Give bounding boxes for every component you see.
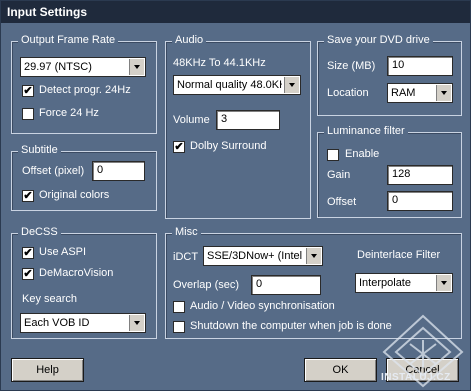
- deinterlace-select[interactable]: Interpolate: [355, 273, 453, 293]
- audio-legend: Audio: [172, 34, 207, 46]
- deinterlace-label: Deinterlace Filter: [357, 249, 441, 261]
- use-aspi-label: Use ASPI: [39, 246, 87, 258]
- luminance-enable-label: Enable: [345, 148, 380, 160]
- shutdown-label: Shutdown the computer when job is done: [190, 320, 392, 332]
- idct-label: iDCT: [173, 251, 199, 263]
- input-settings-window: Input Settings Output Frame Rate 29.97 (…: [0, 0, 471, 391]
- overlap-input[interactable]: 0: [251, 275, 321, 295]
- location-value: RAM: [391, 87, 416, 99]
- original-colors-label: Original colors: [39, 189, 110, 201]
- decss-legend: DeCSS: [18, 226, 61, 238]
- detect-progr-checkbox[interactable]: ✔: [22, 85, 34, 97]
- luminance-offset-input[interactable]: 0: [387, 191, 453, 211]
- force-24hz-label: Force 24 Hz: [39, 107, 99, 119]
- force-24hz-checkbox[interactable]: [22, 108, 34, 120]
- luminance-offset-label: Offset: [327, 196, 357, 208]
- dolby-surround-label: Dolby Surround: [190, 140, 267, 152]
- volume-input[interactable]: 3: [216, 110, 280, 130]
- av-sync-label: Audio / Video synchronisation: [190, 300, 335, 312]
- frame-rate-select[interactable]: 29.97 (NTSC): [20, 57, 146, 77]
- frame-rate-value: 29.97 (NTSC): [24, 61, 92, 73]
- detect-progr-label: Detect progr. 24Hz: [39, 84, 131, 96]
- title-bar: Input Settings: [1, 1, 470, 23]
- subtitle-offset-input[interactable]: 0: [92, 161, 145, 181]
- gain-input[interactable]: 128: [387, 165, 453, 185]
- save-dvd-legend: Save your DVD drive: [324, 34, 433, 46]
- save-dvd-group: Save your DVD drive: [317, 34, 462, 116]
- demacrovision-checkbox[interactable]: ✔: [22, 268, 34, 280]
- chevron-down-icon[interactable]: [284, 77, 299, 93]
- key-search-select[interactable]: Each VOB ID: [20, 313, 146, 333]
- size-mb-input[interactable]: 10: [387, 56, 453, 76]
- key-search-value: Each VOB ID: [24, 317, 90, 329]
- subtitle-legend: Subtitle: [18, 144, 61, 156]
- use-aspi-checkbox[interactable]: ✔: [22, 247, 34, 259]
- chevron-down-icon[interactable]: [306, 248, 321, 264]
- idct-select[interactable]: SSE/3DNow+ (Intel P: [203, 246, 323, 266]
- subtitle-offset-label: Offset (pixel): [22, 165, 85, 177]
- help-button[interactable]: Help: [11, 358, 84, 382]
- dolby-surround-checkbox[interactable]: ✔: [173, 141, 185, 153]
- output-frame-rate-legend: Output Frame Rate: [18, 34, 119, 46]
- chevron-down-icon[interactable]: [436, 85, 451, 101]
- watermark-text: INSTALUJ.CZ: [381, 372, 451, 383]
- luminance-enable-checkbox[interactable]: [327, 149, 339, 161]
- overlap-label: Overlap (sec): [173, 279, 240, 291]
- key-search-label: Key search: [22, 293, 78, 305]
- audio-conversion-label: 48KHz To 44.1KHz: [173, 57, 266, 69]
- original-colors-checkbox[interactable]: ✔: [22, 190, 34, 202]
- idct-value: SSE/3DNow+ (Intel P: [207, 250, 304, 262]
- window-title: Input Settings: [7, 5, 87, 19]
- subtitle-group: Subtitle: [11, 144, 157, 211]
- luminance-legend: Luminance filter: [324, 125, 408, 137]
- audio-quality-select[interactable]: Normal quality 48.0KHz: [173, 75, 301, 95]
- location-select[interactable]: RAM: [387, 83, 453, 103]
- ok-button[interactable]: OK: [304, 358, 377, 382]
- gain-label: Gain: [327, 169, 351, 181]
- deinterlace-value: Interpolate: [359, 277, 411, 289]
- misc-legend: Misc: [172, 226, 201, 238]
- chevron-down-icon[interactable]: [129, 59, 144, 75]
- av-sync-checkbox[interactable]: [173, 301, 185, 313]
- shutdown-checkbox[interactable]: [173, 321, 185, 333]
- chevron-down-icon[interactable]: [129, 315, 144, 331]
- location-label: Location: [327, 87, 369, 99]
- size-mb-label: Size (MB): [327, 60, 376, 72]
- chevron-down-icon[interactable]: [436, 275, 451, 291]
- volume-label: Volume: [173, 114, 210, 126]
- demacrovision-label: DeMacroVision: [39, 267, 114, 279]
- audio-quality-value: Normal quality 48.0KHz: [177, 79, 282, 91]
